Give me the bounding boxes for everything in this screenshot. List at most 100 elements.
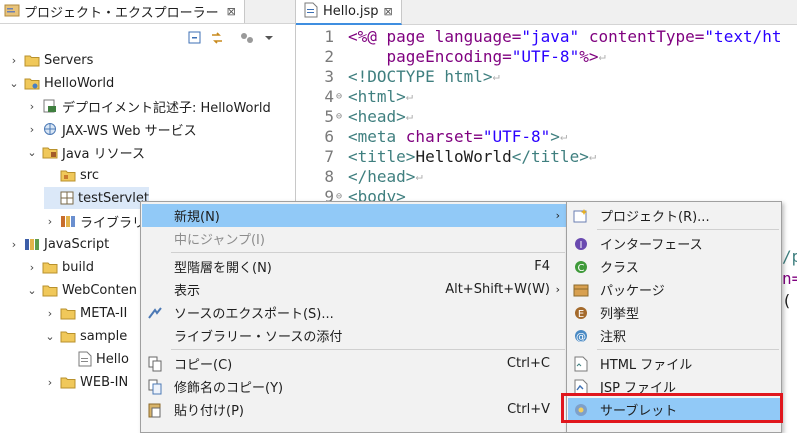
line-number: 2 xyxy=(324,46,334,66)
tree-node[interactable]: › JavaScript xyxy=(8,233,109,255)
tree-twisty[interactable]: › xyxy=(44,215,56,228)
menu-item[interactable]: パッケージ xyxy=(568,278,780,301)
explorer-tab-bar: プロジェクト・エクスプローラー ⊠ xyxy=(0,0,295,24)
line-number: 3 xyxy=(324,66,334,86)
tree-twisty[interactable]: › xyxy=(44,376,56,389)
menu-item[interactable]: ライブラリー・ソースの添付 xyxy=(142,324,566,347)
tree-node[interactable]: › Servers xyxy=(8,49,94,71)
tree-node[interactable]: ⌄ WebConten xyxy=(26,279,137,301)
tree-node-label: JAX-WS Web サービス xyxy=(62,123,197,139)
code-token: <meta xyxy=(348,126,406,146)
chevron-right-icon: › xyxy=(555,283,560,296)
line-number: 5 xyxy=(324,106,334,126)
filter-icon[interactable] xyxy=(238,29,256,47)
tree-node[interactable]: testServlet xyxy=(44,187,149,209)
tree-node[interactable]: › ライブラリ xyxy=(44,210,145,232)
menu-item-label: 型階層を開く(N) xyxy=(174,261,272,276)
code-line[interactable]: 4 ⊖ <html> ↵ xyxy=(296,86,413,106)
code-line[interactable]: 3 <!DOCTYPE html> ↵ xyxy=(296,66,499,86)
tree-node-label: ライブラリ xyxy=(80,215,146,231)
tree-node[interactable]: › WEB-IN xyxy=(44,371,128,393)
tree-node[interactable]: ⌄ sample xyxy=(44,325,127,347)
code-line[interactable]: 2 pageEncoding= "UTF-8" %> ↵ xyxy=(296,46,605,66)
menu-item[interactable]: C クラス xyxy=(568,255,780,278)
tree-node[interactable]: ⌄ HelloWorld xyxy=(8,72,114,94)
menu-item[interactable]: 修飾名のコピー(Y) xyxy=(142,375,566,398)
tree-node[interactable]: Hello xyxy=(62,348,129,370)
package-folder-icon xyxy=(60,168,76,182)
code-token: charset= xyxy=(405,126,483,146)
tree-node-label: デプロイメント記述子: HelloWorld xyxy=(62,100,271,116)
code-line[interactable]: 6 <meta charset= "UTF-8" > ↵ xyxy=(296,126,567,146)
menu-item[interactable]: I インターフェース xyxy=(568,232,780,255)
code-token: <html> xyxy=(348,86,406,106)
code-line[interactable]: 7 <title> HelloWorld </title> ↵ xyxy=(296,146,596,166)
tree-twisty[interactable]: ⌄ xyxy=(44,330,56,343)
tree-node[interactable]: › JAX-WS Web サービス xyxy=(26,118,197,140)
new-project-icon xyxy=(572,207,590,225)
annotation-icon: @ xyxy=(572,327,590,345)
tree-twisty[interactable]: › xyxy=(26,261,38,274)
menu-item[interactable]: 表示 Alt+Shift+W(W) › xyxy=(142,278,566,301)
menu-item-label: クラス xyxy=(600,261,639,276)
tab-project-explorer[interactable]: プロジェクト・エクスプローラー ⊠ xyxy=(0,0,245,23)
menu-item[interactable]: プロジェクト(R)... xyxy=(568,204,780,227)
tree-node-label: Servers xyxy=(44,52,94,68)
chevron-down-icon[interactable] xyxy=(260,29,278,47)
servlet-callout-box xyxy=(561,393,783,423)
tree-twisty[interactable]: ⌄ xyxy=(26,284,38,297)
menu-item-label: 列挙型 xyxy=(600,307,640,322)
fold-icon[interactable]: ⊖ xyxy=(336,111,348,122)
code-line[interactable]: 5 ⊖ <head> ↵ xyxy=(296,106,413,126)
tree-node-label: JavaScript xyxy=(44,236,110,252)
menu-item[interactable]: E 列挙型 xyxy=(568,301,780,324)
close-icon[interactable]: ⊠ xyxy=(227,5,236,18)
tree-node[interactable]: › META-II xyxy=(44,302,128,324)
menu-item[interactable]: 貼り付け(P) Ctrl+V xyxy=(142,398,566,421)
code-line[interactable]: 8 </head> ↵ xyxy=(296,166,422,186)
tab-hello-jsp[interactable]: Hello.jsp ⊠ xyxy=(296,0,402,25)
code-token: </head> xyxy=(348,166,416,186)
html-file-icon xyxy=(572,355,590,373)
menu-item[interactable]: ソースのエクスポート(S)... xyxy=(142,301,566,324)
tree-twisty[interactable]: ⌄ xyxy=(26,146,38,159)
tree-twisty[interactable]: › xyxy=(8,54,20,67)
file-icon xyxy=(78,351,92,367)
menu-item[interactable]: 新規(N) › xyxy=(142,204,566,227)
tree-twisty[interactable]: › xyxy=(8,238,20,251)
line-number: 7 xyxy=(324,146,334,166)
menu-item[interactable]: @ 注釈 xyxy=(568,324,780,347)
tree-twisty[interactable]: › xyxy=(26,100,38,113)
code-line[interactable]: 1 <%@ page language= "java" contentType= "t… xyxy=(296,26,781,46)
fold-icon[interactable]: ⊖ xyxy=(336,91,348,102)
collapse-all-icon[interactable] xyxy=(186,29,204,47)
tree-node-label: src xyxy=(80,167,99,183)
tree-node[interactable]: src xyxy=(44,164,99,186)
menu-item[interactable]: コピー(C) Ctrl+C xyxy=(142,352,566,375)
fold-icon[interactable]: ⊖ xyxy=(336,191,348,202)
link-with-editor-icon[interactable] xyxy=(208,29,226,47)
paste-icon xyxy=(146,401,164,419)
tab-title: プロジェクト・エクスプローラー xyxy=(24,6,219,21)
tree-twisty[interactable]: › xyxy=(26,123,38,136)
tree-node[interactable]: ⌄ Java リソース xyxy=(26,141,145,163)
tree-node-label: testServlet xyxy=(78,190,149,206)
tree-twisty[interactable]: ⌄ xyxy=(8,77,20,90)
menu-item[interactable]: 中にジャンプ(I) xyxy=(142,227,566,250)
close-icon[interactable]: ⊠ xyxy=(384,5,393,18)
code-token: contentType= xyxy=(579,26,705,46)
tree-twisty[interactable]: › xyxy=(44,307,56,320)
menu-item-shortcut: Ctrl+C xyxy=(506,356,550,371)
code-fragment-text: ( xyxy=(782,290,792,310)
line-number: 6 xyxy=(324,126,334,146)
project-icon xyxy=(24,76,40,90)
menu-item[interactable]: HTML ファイル xyxy=(568,352,780,375)
tree-node-label: HelloWorld xyxy=(44,75,115,91)
tree-node[interactable]: › デプロイメント記述子: HelloWorld xyxy=(26,95,271,117)
tree-node-label: META-II xyxy=(80,305,128,321)
menu-item[interactable]: 型階層を開く(N) F4 xyxy=(142,255,566,278)
tree-node[interactable]: › build xyxy=(26,256,94,278)
code-token: "UTF-8" xyxy=(511,46,580,66)
menu-separator xyxy=(597,349,779,350)
tree-node-label: sample xyxy=(80,328,128,344)
